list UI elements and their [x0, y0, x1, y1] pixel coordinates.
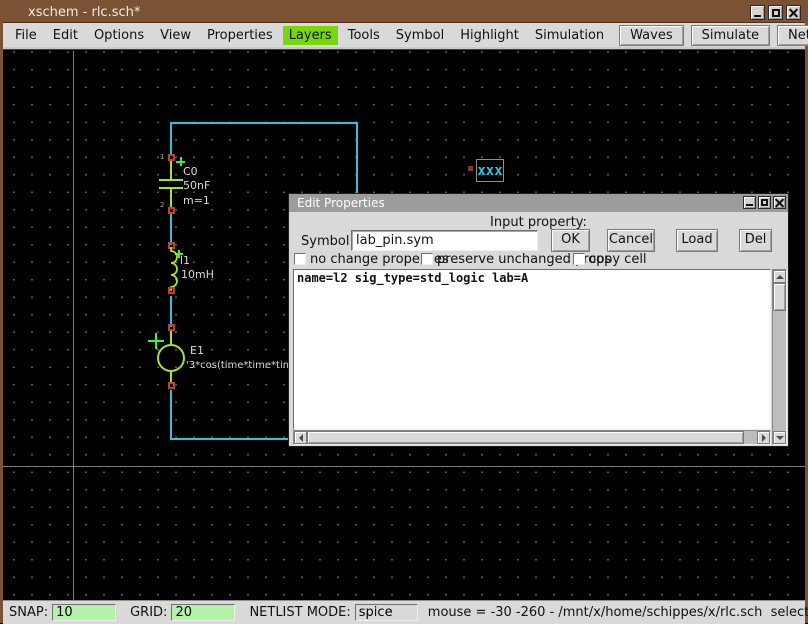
menu-layers[interactable]: Layers: [283, 26, 338, 45]
dialog-maximize-icon[interactable]: [758, 196, 771, 209]
menubar: File Edit Options View Properties Layers…: [3, 23, 805, 47]
symbol-label: Symbol: [301, 234, 349, 249]
menu-view[interactable]: View: [154, 26, 197, 45]
cancel-button[interactable]: Cancel: [607, 229, 655, 252]
snap-label: SNAP:: [9, 605, 48, 620]
component-ref: E1: [190, 344, 204, 357]
scroll-up-icon[interactable]: [773, 270, 786, 283]
scroll-right-icon[interactable]: [757, 431, 770, 444]
wire-left-2[interactable]: [170, 213, 172, 245]
simulate-button[interactable]: Simulate: [691, 25, 770, 46]
dialog-title: Edit Properties: [297, 196, 385, 210]
grid-label: GRID:: [130, 605, 167, 620]
edit-properties-dialog: Edit Properties Input property: Symbol O…: [288, 193, 789, 447]
horizontal-scroll-thumb[interactable]: [307, 431, 744, 444]
component-param: m=1: [183, 194, 210, 207]
wire-left-3[interactable]: [170, 296, 172, 327]
menu-options[interactable]: Options: [88, 26, 150, 45]
netlist-button[interactable]: Netlist: [777, 25, 808, 46]
preserve-unchanged-props-checkbox[interactable]: [421, 253, 433, 265]
maximize-icon[interactable]: [768, 5, 783, 20]
scroll-left-icon[interactable]: [294, 431, 307, 444]
scroll-down-icon[interactable]: [773, 431, 786, 444]
pin-number: 1: [160, 153, 164, 161]
horizontal-scrollbar[interactable]: [293, 430, 771, 445]
wire-left-4[interactable]: [170, 390, 172, 440]
grid-input[interactable]: [171, 604, 235, 621]
netlist-mode-input[interactable]: [355, 604, 418, 621]
inductor-coil-icon: [160, 247, 182, 291]
preserve-unchanged-props-label: preserve unchanged props: [437, 252, 611, 267]
pin-terminal-icon: [168, 154, 175, 161]
wire-top[interactable]: [171, 122, 358, 124]
no-change-properties-checkbox[interactable]: [294, 253, 306, 265]
canvas-top-edge: [3, 47, 805, 50]
xschem-window: xschem - rlc.sch* File Edit Options View…: [0, 0, 808, 623]
mouse-status-text: mouse = -30 -260 - /mnt/x/home/schippes/…: [428, 605, 808, 620]
wire-bottom[interactable]: [170, 438, 292, 440]
window-title: xschem - rlc.sch*: [28, 5, 140, 20]
minimize-icon[interactable]: [750, 5, 765, 20]
close-icon[interactable]: [786, 5, 801, 20]
capacitor-plate: [159, 179, 183, 181]
del-button[interactable]: Del: [739, 229, 772, 252]
netlist-mode-label: NETLIST MODE:: [249, 605, 350, 620]
component-ref: C0: [183, 165, 198, 178]
pin-number: 2: [160, 201, 164, 209]
pin-terminal-icon: [168, 324, 175, 331]
waves-button[interactable]: Waves: [619, 25, 683, 46]
pin-label-text: xxx: [477, 163, 502, 179]
vertical-scroll-thumb[interactable]: [773, 283, 786, 311]
menu-symbol[interactable]: Symbol: [390, 26, 450, 45]
menu-properties[interactable]: Properties: [201, 26, 279, 45]
vertical-scrollbar[interactable]: [772, 269, 787, 445]
pin-terminal-icon: [168, 287, 175, 294]
pin-terminal-icon: [168, 382, 175, 389]
copy-cell-checkbox[interactable]: [573, 253, 585, 265]
wire-left-1[interactable]: [170, 122, 172, 156]
wire-right[interactable]: [356, 122, 358, 202]
source-circle-icon: [157, 344, 185, 372]
window-title-bar[interactable]: xschem - rlc.sch*: [3, 3, 805, 23]
component-value: 50nF: [183, 179, 210, 192]
pin-dot-icon: [468, 166, 473, 171]
dialog-title-bar[interactable]: Edit Properties: [289, 194, 788, 212]
menu-tools[interactable]: Tools: [342, 26, 386, 45]
ok-button[interactable]: OK: [551, 229, 590, 252]
load-button[interactable]: Load: [676, 229, 718, 252]
component-expr: '3*cos(time*time*time*: [186, 360, 304, 371]
component-value: 10mH: [181, 268, 214, 281]
dialog-close-icon[interactable]: [773, 196, 786, 209]
symbol-input[interactable]: [351, 230, 538, 251]
menu-highlight[interactable]: Highlight: [454, 26, 525, 45]
input-property-label: Input property:: [289, 215, 788, 230]
menu-file[interactable]: File: [9, 26, 43, 45]
snap-input[interactable]: [52, 604, 116, 621]
pin-label-box: xxx: [476, 159, 504, 182]
origin-axis-horizontal: [3, 466, 805, 467]
menu-simulation[interactable]: Simulation: [529, 26, 610, 45]
component-ref: l1: [180, 254, 190, 267]
origin-axis-vertical: [73, 51, 74, 600]
statusbar: SNAP: GRID: NETLIST MODE: mouse = -30 -2…: [3, 600, 805, 624]
dialog-minimize-icon[interactable]: [743, 196, 756, 209]
property-textarea[interactable]: name=l2 sig_type=std_logic lab=A: [293, 269, 771, 430]
pin-terminal-icon: [168, 207, 175, 214]
menu-edit[interactable]: Edit: [47, 26, 84, 45]
copy-cell-label: copy cell: [589, 252, 647, 267]
